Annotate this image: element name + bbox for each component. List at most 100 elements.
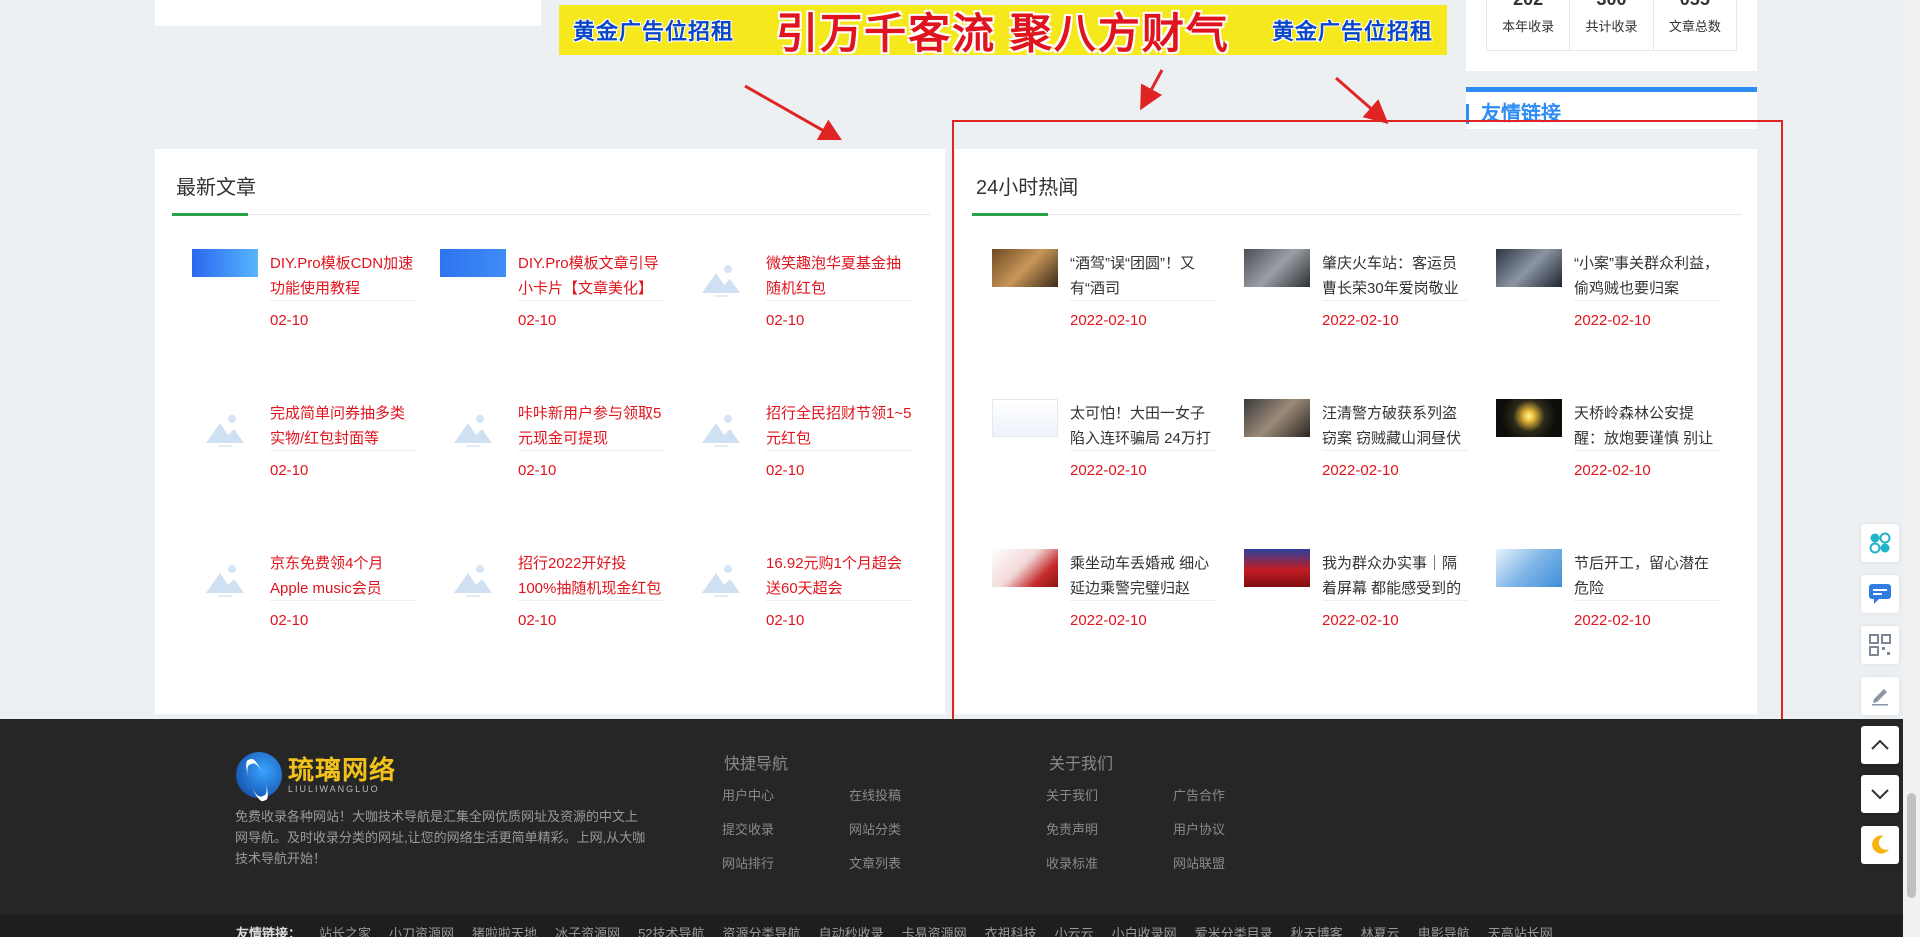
list-item[interactable]: 16.92元购1个月超会送60天超会 02-10 bbox=[688, 549, 918, 659]
list-item[interactable]: 节后开工，留心潜在危险 2022-02-10 bbox=[1496, 549, 1726, 659]
item-title[interactable]: 京东免费领4个月Apple music会员 bbox=[270, 551, 416, 601]
friend-link[interactable]: 小刀资源网 bbox=[389, 923, 454, 937]
item-thumbnail[interactable] bbox=[440, 407, 506, 447]
list-item[interactable]: “小案”事关群众利益，偷鸡贼也要归案 2022-02-10 bbox=[1496, 249, 1726, 359]
item-thumbnail[interactable] bbox=[688, 257, 754, 297]
item-title[interactable]: 我为群众办实事｜隔着屏幕 都能感受到的 bbox=[1322, 551, 1468, 601]
item-thumbnail[interactable] bbox=[192, 557, 258, 597]
scroll-top-button[interactable] bbox=[1861, 726, 1899, 764]
item-title[interactable]: “酒驾”误“团圆”！又有“酒司 bbox=[1070, 251, 1216, 301]
item-title[interactable]: 完成简单问券抽多类实物/红包封面等 bbox=[270, 401, 416, 451]
page-scrollbar-thumb[interactable] bbox=[1907, 793, 1916, 898]
list-item[interactable]: 太可怕！大田一女子陷入连环骗局 24万打 2022-02-10 bbox=[992, 399, 1222, 509]
friend-link[interactable]: 衣祖科技 bbox=[985, 923, 1037, 937]
friend-link[interactable]: 卡易资源网 bbox=[902, 923, 967, 937]
item-thumbnail[interactable] bbox=[1496, 249, 1562, 287]
item-thumbnail[interactable] bbox=[992, 549, 1058, 587]
item-thumbnail[interactable] bbox=[1244, 549, 1310, 587]
list-item[interactable]: 汪清警方破获系列盗窃案 窃贼藏山洞昼伏 2022-02-10 bbox=[1244, 399, 1474, 509]
list-item[interactable]: 咔咔新用户参与领取5元现金可提现 02-10 bbox=[440, 399, 670, 509]
about-link-agreement[interactable]: 用户协议 bbox=[1173, 819, 1225, 838]
item-thumbnail[interactable] bbox=[688, 557, 754, 597]
item-thumbnail[interactable] bbox=[1496, 399, 1562, 437]
item-title[interactable]: 天桥岭森林公安提醒：放炮要谨慎 别让 bbox=[1574, 401, 1720, 451]
item-title[interactable]: 肇庆火车站：客运员曹长荣30年爱岗敬业 bbox=[1322, 251, 1468, 301]
about-link-disclaimer[interactable]: 免责声明 bbox=[1046, 819, 1098, 838]
mini-program-icon bbox=[1869, 532, 1891, 554]
item-title[interactable]: 招行全民招财节领1~5元红包 bbox=[766, 401, 912, 451]
item-thumbnail[interactable] bbox=[440, 557, 506, 597]
friend-link[interactable]: 自动秒收录 bbox=[819, 923, 884, 937]
banner-right-text: 黄金广告位招租 bbox=[1271, 19, 1433, 44]
quick-nav-link-ranking[interactable]: 网站排行 bbox=[722, 853, 774, 872]
friend-link[interactable]: 站长之家 bbox=[319, 923, 371, 937]
friend-link[interactable]: 资源分类导航 bbox=[723, 923, 801, 937]
quick-nav-link-categories[interactable]: 网站分类 bbox=[849, 819, 901, 838]
list-item[interactable]: 京东免费领4个月Apple music会员 02-10 bbox=[192, 549, 422, 659]
item-thumbnail[interactable] bbox=[440, 249, 506, 277]
quick-nav-link-user-center[interactable]: 用户中心 bbox=[722, 785, 774, 804]
friend-link[interactable]: 林夏云 bbox=[1361, 923, 1400, 937]
item-thumbnail[interactable] bbox=[992, 249, 1058, 287]
item-title[interactable]: 乘坐动车丢婚戒 细心延边乘警完璧归赵 bbox=[1070, 551, 1216, 601]
friend-link[interactable]: 猪啦啦天地 bbox=[472, 923, 537, 937]
list-item[interactable]: 乘坐动车丢婚戒 细心延边乘警完璧归赵 2022-02-10 bbox=[992, 549, 1222, 659]
about-link-standards[interactable]: 收录标准 bbox=[1046, 853, 1098, 872]
friend-link[interactable]: 小云云 bbox=[1055, 923, 1094, 937]
page-scrollbar[interactable] bbox=[1903, 0, 1920, 937]
arrow-2 bbox=[1140, 69, 1164, 111]
about-link-ads[interactable]: 广告合作 bbox=[1173, 785, 1225, 804]
item-title[interactable]: 招行2022开好投100%抽随机现金红包 bbox=[518, 551, 664, 601]
list-item[interactable]: 完成简单问券抽多类实物/红包封面等 02-10 bbox=[192, 399, 422, 509]
about-link-alliance[interactable]: 网站联盟 bbox=[1173, 853, 1225, 872]
item-title[interactable]: “小案”事关群众利益，偷鸡贼也要归案 bbox=[1574, 251, 1720, 301]
friend-link[interactable]: 爱米分类目录 bbox=[1195, 923, 1273, 937]
item-title[interactable]: 咔咔新用户参与领取5元现金可提现 bbox=[518, 401, 664, 451]
list-item[interactable]: 招行全民招财节领1~5元红包 02-10 bbox=[688, 399, 918, 509]
mini-program-button[interactable] bbox=[1861, 524, 1899, 562]
quick-nav-link-articles[interactable]: 文章列表 bbox=[849, 853, 901, 872]
item-thumbnail[interactable] bbox=[1244, 399, 1310, 437]
qrcode-button[interactable] bbox=[1861, 626, 1899, 664]
list-item[interactable]: “酒驾”误“团圆”！又有“酒司 2022-02-10 bbox=[992, 249, 1222, 359]
item-thumbnail[interactable] bbox=[1244, 249, 1310, 287]
item-thumbnail[interactable] bbox=[192, 407, 258, 447]
list-item[interactable]: 肇庆火车站：客运员曹长荣30年爱岗敬业 2022-02-10 bbox=[1244, 249, 1474, 359]
list-item[interactable]: 招行2022开好投100%抽随机现金红包 02-10 bbox=[440, 549, 670, 659]
friend-link[interactable]: 电影导航 bbox=[1418, 923, 1470, 937]
item-title[interactable]: 16.92元购1个月超会送60天超会 bbox=[766, 551, 912, 601]
list-item[interactable]: 微笑趣泡华夏基金抽随机红包 02-10 bbox=[688, 249, 918, 359]
chat-button[interactable] bbox=[1861, 575, 1899, 613]
item-title[interactable]: 微笑趣泡华夏基金抽随机红包 bbox=[766, 251, 912, 301]
item-thumbnail[interactable] bbox=[992, 399, 1058, 437]
quick-nav-link-submit-site[interactable]: 提交收录 bbox=[722, 819, 774, 838]
about-link-about[interactable]: 关于我们 bbox=[1046, 785, 1098, 804]
ad-banner[interactable]: 黄金广告位招租 引万千客流 聚八方财气 黄金广告位招租 bbox=[559, 5, 1447, 57]
friend-link[interactable]: 秋天博客 bbox=[1291, 923, 1343, 937]
hot-news-panel: 24小时热闻 “酒驾”误“团圆”！又有“酒司 2022-02-10 肇庆火车站：客运… bbox=[955, 149, 1757, 714]
scroll-bottom-button[interactable] bbox=[1861, 775, 1899, 813]
item-thumbnail[interactable] bbox=[688, 407, 754, 447]
friend-link[interactable]: 天高站长网 bbox=[1488, 923, 1553, 937]
list-item[interactable]: 天桥岭森林公安提醒：放炮要谨慎 别让 2022-02-10 bbox=[1496, 399, 1726, 509]
footer-logo[interactable]: 琉璃网络 LIULIWANGLUO bbox=[236, 752, 396, 798]
item-date: 02-10 bbox=[766, 312, 805, 329]
item-title[interactable]: 汪清警方破获系列盗窃案 窃贼藏山洞昼伏 bbox=[1322, 401, 1468, 451]
item-thumbnail[interactable] bbox=[192, 249, 258, 277]
list-item[interactable]: DIY.Pro模板文章引导小卡片【文章美化】 02-10 bbox=[440, 249, 670, 359]
item-title[interactable]: DIY.Pro模板CDN加速功能使用教程 bbox=[270, 251, 416, 301]
friend-link[interactable]: 小白收录网 bbox=[1112, 923, 1177, 937]
hot-news-title: 24小时热闻 bbox=[976, 177, 1079, 199]
dark-mode-button[interactable] bbox=[1861, 826, 1899, 864]
friend-link[interactable]: 52技术导航 bbox=[638, 923, 704, 937]
item-title[interactable]: 节后开工，留心潜在危险 bbox=[1574, 551, 1720, 601]
list-item[interactable]: DIY.Pro模板CDN加速功能使用教程 02-10 bbox=[192, 249, 422, 359]
edit-button[interactable] bbox=[1861, 677, 1899, 715]
quick-nav-link-submit-post[interactable]: 在线投稿 bbox=[849, 785, 901, 804]
logo-cn: 琉璃网络 bbox=[288, 755, 397, 785]
item-title[interactable]: DIY.Pro模板文章引导小卡片【文章美化】 bbox=[518, 251, 664, 301]
friend-link[interactable]: 冰子资源网 bbox=[555, 923, 620, 937]
item-thumbnail[interactable] bbox=[1496, 549, 1562, 587]
list-item[interactable]: 我为群众办实事｜隔着屏幕 都能感受到的 2022-02-10 bbox=[1244, 549, 1474, 659]
item-title[interactable]: 太可怕！大田一女子陷入连环骗局 24万打 bbox=[1070, 401, 1216, 451]
